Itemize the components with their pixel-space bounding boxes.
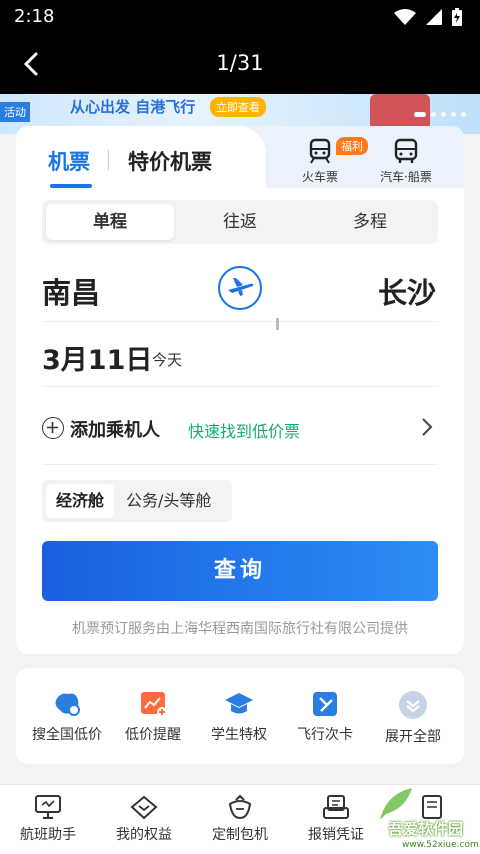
quick-link-label: 低价提醒 — [125, 727, 181, 743]
tab-special-flight[interactable]: 特价机票 — [128, 146, 212, 176]
passenger-divider — [42, 464, 438, 465]
trip-round-trip[interactable]: 往返 — [176, 204, 304, 240]
watermark-name: 吾爱软件园 — [388, 820, 464, 838]
tab-divider — [108, 150, 109, 170]
status-icons — [394, 8, 462, 26]
monitor-icon — [35, 795, 61, 819]
viewer-header: 1/31 — [0, 34, 480, 94]
tab-flight[interactable]: 机票 — [48, 146, 90, 176]
battery-icon — [452, 8, 462, 26]
tab-indicator — [50, 184, 92, 188]
cabin-selector: 经济舱 公务/头等舱 — [42, 480, 232, 522]
nav-label: 航班助手 — [20, 827, 76, 843]
banner-slogan: 从心出发 自港飞行 — [70, 98, 196, 116]
charter-bag-icon — [228, 794, 252, 820]
train-label: 火车票 — [301, 170, 338, 184]
quick-link-nationwide-low[interactable]: 搜全国低价 — [22, 690, 112, 744]
status-bar: 2:18 — [0, 0, 480, 34]
nav-charter[interactable]: 定制包机 — [192, 794, 288, 844]
banner-cta-button[interactable]: 立即查看 — [210, 97, 266, 117]
banner-pager — [414, 112, 466, 117]
departure-city[interactable]: 南昌 — [42, 270, 100, 312]
receipt-icon — [323, 795, 349, 819]
quick-link-student[interactable]: 学生特权 — [194, 690, 284, 744]
train-icon — [309, 138, 331, 164]
quick-link-flight-pass[interactable]: 飞行次卡 — [280, 690, 370, 744]
departure-date[interactable]: 3月11日 — [42, 338, 152, 377]
china-map-icon — [55, 693, 80, 716]
trip-type-selector: 单程 往返 多程 — [42, 200, 438, 244]
signal-icon — [426, 9, 442, 25]
date-divider — [42, 386, 438, 387]
nav-my-benefits[interactable]: 我的权益 — [96, 794, 192, 844]
status-time: 2:18 — [14, 6, 55, 27]
chevron-right-icon[interactable] — [418, 416, 436, 438]
provider-note: 机票预订服务由上海华程西南国际旅行社有限公司提供 — [72, 621, 408, 637]
nav-label: 我的权益 — [116, 827, 172, 843]
welfare-badge: 福利 — [336, 137, 368, 155]
wifi-icon — [394, 9, 416, 25]
site-watermark: 吾爱软件园 www.52xiue.com — [368, 782, 480, 854]
expand-chevron-icon — [399, 691, 427, 719]
quick-link-label: 搜全国低价 — [32, 727, 102, 743]
route-divider — [42, 321, 438, 322]
bus-tab[interactable]: 汽车·船票 — [372, 138, 440, 185]
image-counter: 1/31 — [216, 51, 264, 75]
swap-cities-button[interactable] — [218, 266, 262, 310]
trip-one-way[interactable]: 单程 — [46, 204, 174, 240]
quick-link-price-alert[interactable]: 低价提醒 — [108, 690, 198, 744]
quick-link-label: 飞行次卡 — [297, 727, 353, 743]
scroll-marker — [276, 318, 279, 330]
search-button[interactable]: 查询 — [42, 541, 438, 601]
watermark-url: www.52xiue.com — [402, 840, 479, 850]
plane-icon — [228, 278, 254, 296]
price-alert-icon — [141, 692, 167, 717]
cabin-economy[interactable]: 经济舱 — [46, 484, 114, 518]
nav-flight-assistant[interactable]: 航班助手 — [0, 794, 96, 844]
bus-label: 汽车·船票 — [380, 170, 432, 184]
arrival-city[interactable]: 长沙 — [378, 270, 436, 312]
date-relative-label: 今天 — [152, 351, 183, 369]
add-passenger-label: 添加乘机人 — [70, 420, 160, 441]
plus-circle-icon — [42, 417, 64, 439]
cabin-business[interactable]: 公务/头等舱 — [126, 484, 211, 518]
low-price-hint-link[interactable]: 快速找到低价票 — [188, 418, 300, 442]
quick-link-label: 展开全部 — [385, 729, 441, 745]
quick-link-expand-all[interactable]: 展开全部 — [368, 690, 458, 746]
banner-tag: 活动 — [0, 102, 30, 122]
nav-label: 定制包机 — [212, 827, 268, 843]
trip-multi-city[interactable]: 多程 — [306, 204, 434, 240]
flight-pass-icon — [313, 692, 337, 716]
graduation-cap-icon — [225, 693, 253, 714]
bus-icon — [394, 138, 418, 163]
quick-link-label: 学生特权 — [211, 727, 267, 743]
nav-label: 报销凭证 — [308, 827, 364, 843]
diamond-icon — [130, 795, 158, 820]
